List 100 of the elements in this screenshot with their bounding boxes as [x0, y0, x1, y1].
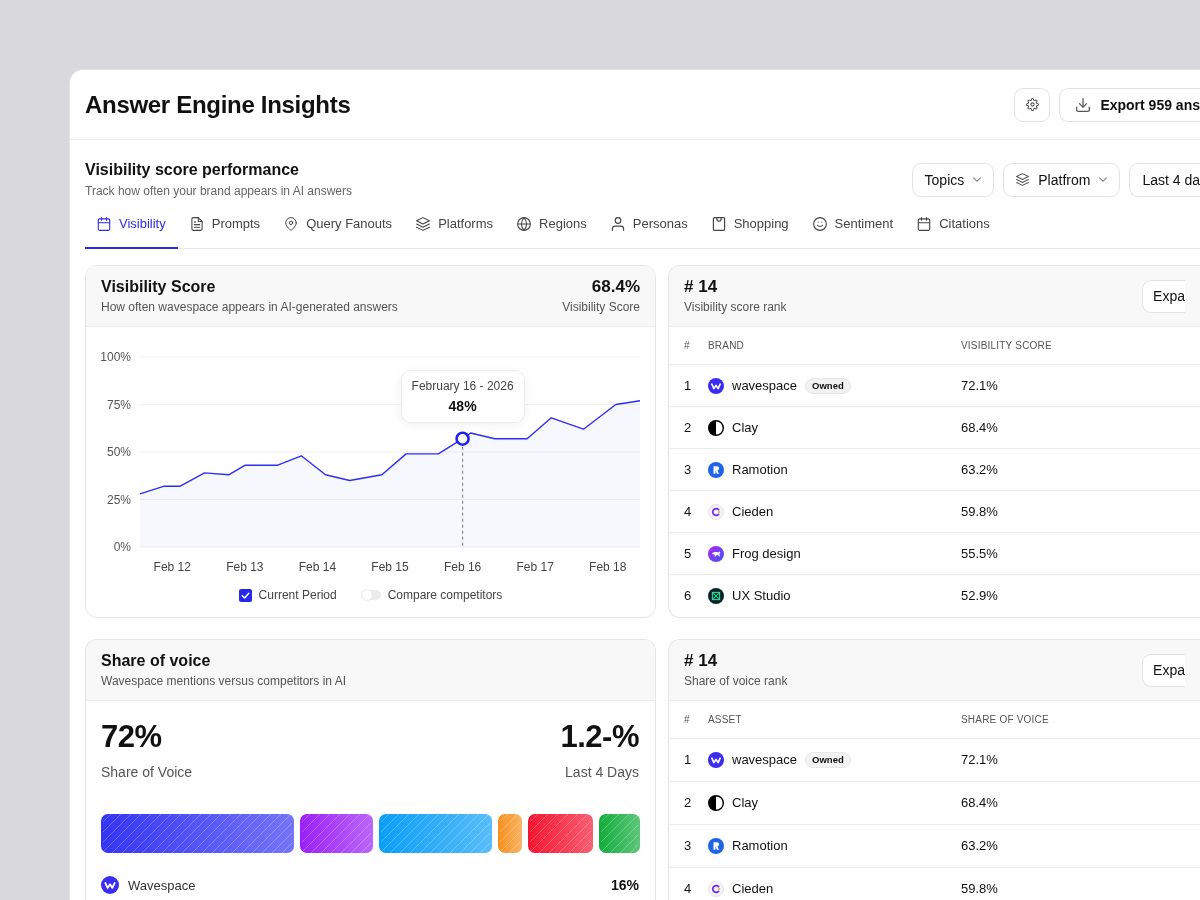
brand-logo-icon	[708, 377, 724, 394]
brand-logo-icon	[708, 419, 724, 436]
brand-logo-icon	[708, 503, 724, 520]
brand-logo-icon	[708, 461, 724, 478]
filter-dropdown[interactable]: Platfrom	[1003, 162, 1121, 197]
table-cell-text: 72.1%	[961, 377, 999, 394]
table-cell-text: 4	[684, 503, 693, 520]
layers-icon	[416, 217, 431, 231]
owned-tag: Owned	[805, 377, 851, 394]
brand-name: Cieden	[732, 503, 774, 520]
tab[interactable]: Query Fanouts	[272, 203, 405, 249]
brand-logo-icon	[708, 838, 724, 854]
share-value: 72%	[101, 719, 163, 755]
x-tick-label: Feb 12	[153, 560, 191, 574]
chevron-down-icon	[1099, 177, 1108, 182]
table-cell-text: 55.5%	[961, 545, 999, 562]
table-cell-text: 63.2%	[961, 838, 999, 854]
table-cell-text: 52.9%	[961, 587, 999, 604]
checkbox[interactable]	[238, 588, 252, 602]
brand-name: Ramotion	[732, 461, 788, 478]
card-subtitle: Share of voice rank	[684, 673, 788, 689]
legend-value: 16%	[610, 877, 639, 893]
brand-name: Ramotion	[732, 838, 788, 854]
legend-label: Wavespace	[128, 877, 196, 893]
legend-label: Compare competitors	[387, 587, 503, 603]
globe-icon	[517, 217, 532, 231]
column-header: #	[684, 340, 691, 351]
tab[interactable]: Sentiment	[800, 203, 906, 249]
x-tick-label: Feb 15	[371, 560, 409, 574]
document-icon	[189, 217, 204, 231]
tooltip-date: February 16 - 2026	[411, 377, 514, 394]
x-tick-label: Feb 13	[226, 560, 264, 574]
score-value: 68.4%	[590, 277, 640, 297]
column-header: SHARE OF VOICE	[961, 714, 1050, 725]
filter-dropdown[interactable]: Topics	[911, 162, 995, 197]
layers-icon	[1016, 173, 1030, 186]
calendar-icon	[97, 217, 111, 231]
table-cell-text: 2	[684, 419, 693, 436]
tab[interactable]: Shopping	[699, 203, 801, 249]
change-label: Last 4 Days	[564, 763, 639, 781]
tab[interactable]: Platforms	[404, 203, 506, 249]
share-label: Share of Voice	[101, 763, 193, 781]
tab[interactable]: Regions	[505, 203, 599, 249]
table-cell-text: 59.8%	[961, 503, 999, 520]
brand-name: Cieden	[732, 881, 774, 897]
brand-name: UX Studio	[732, 587, 791, 604]
tab[interactable]: Personas	[598, 203, 700, 249]
date-range-button[interactable]: Last 4 da	[1129, 162, 1200, 197]
change-value: 1.2-%	[560, 719, 639, 755]
rank-title: # 14	[684, 651, 719, 671]
table-cell-text: 63.2%	[961, 461, 999, 478]
table-cell-text: 1	[684, 377, 693, 394]
tab[interactable]: Visibility	[85, 203, 178, 249]
calendar-icon	[917, 217, 932, 231]
section-subtitle: Track how often your brand appears in AI answers	[85, 183, 353, 199]
card-subtitle: How often wavespace appears in AI-generated answers	[101, 299, 398, 315]
table-cell-text: 5	[684, 545, 693, 562]
smiley-icon	[812, 217, 827, 231]
brand-name: Frog design	[732, 545, 801, 562]
card-title: Share of voice	[101, 651, 212, 671]
brand-logo-icon	[708, 587, 724, 604]
card-title: Visibility Score	[101, 277, 217, 297]
column-header: VISIBILITY SCORE	[961, 340, 1053, 351]
table-cell-text: 3	[684, 461, 693, 478]
tab[interactable]: Prompts	[177, 203, 273, 249]
column-header: #	[684, 714, 691, 725]
table-cell-text: 6	[684, 587, 693, 604]
table-cell-text: 72.1%	[961, 752, 999, 768]
map-pin-icon	[284, 217, 299, 231]
shopping-bag-icon	[711, 217, 726, 231]
tab[interactable]: Citations	[905, 203, 1002, 249]
tooltip-value: 48%	[447, 396, 478, 415]
owned-tag: Owned	[805, 752, 851, 768]
column-header: BRAND	[708, 340, 745, 351]
table-cell-text: 68.4%	[961, 795, 999, 811]
y-tick-label: 0%	[113, 540, 131, 554]
x-tick-label: Feb 18	[589, 560, 627, 574]
chart-marker[interactable]	[455, 431, 470, 446]
column-header: ASSET	[708, 714, 743, 725]
score-label: Visibility Score	[562, 299, 640, 315]
section-title: Visibility score performance	[85, 160, 300, 180]
chevron-down-icon	[973, 177, 982, 182]
table-cell-text: 68.4%	[961, 419, 999, 436]
expand-button[interactable]: Expa	[1142, 279, 1185, 313]
y-tick-label: 25%	[106, 492, 131, 507]
brand-logo-icon	[708, 545, 724, 562]
settings-icon	[1025, 98, 1039, 111]
table-cell-text: 2	[684, 795, 693, 811]
person-icon	[610, 217, 625, 231]
brand-logo-icon	[708, 881, 724, 897]
toggle-switch[interactable]	[360, 589, 381, 601]
export-button[interactable]: Export 959 ans	[1059, 87, 1200, 122]
x-tick-label: Feb 17	[516, 560, 554, 574]
brand-logo-icon	[708, 795, 724, 811]
x-tick-label: Feb 14	[298, 560, 337, 574]
brand-logo-icon	[708, 752, 724, 768]
page-title: Answer Engine Insights	[85, 89, 351, 120]
expand-button[interactable]: Expa	[1142, 653, 1185, 687]
card-subtitle: Wavespace mentions versus competitors in AI	[101, 673, 346, 689]
settings-button[interactable]	[1014, 87, 1051, 122]
